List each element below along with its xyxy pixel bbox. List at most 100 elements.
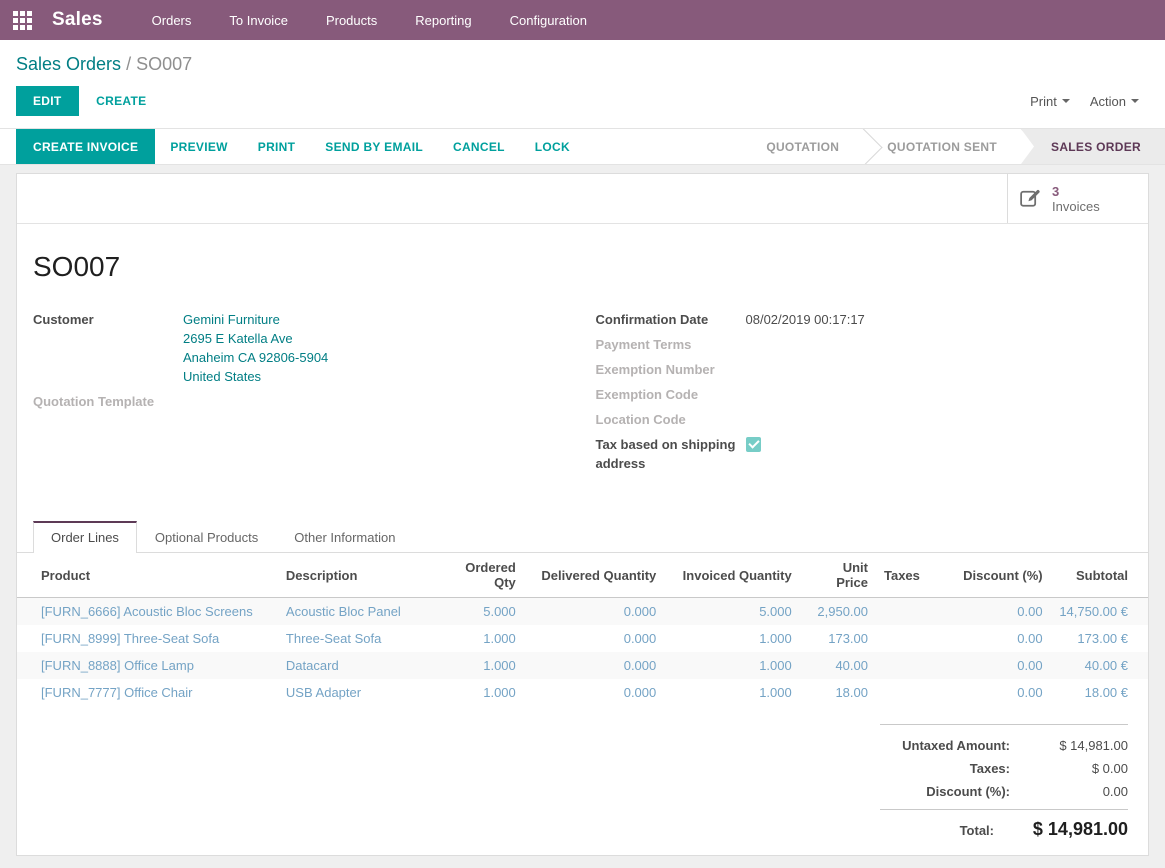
cell-unit_price[interactable]: 173.00 (800, 625, 876, 652)
breadcrumb-parent-link[interactable]: Sales Orders (16, 54, 121, 74)
chevron-down-icon (1062, 99, 1070, 103)
tax-based-on-shipping-address-label: Tax based on shipping address (596, 435, 746, 473)
cell-discount[interactable]: 0.00 (938, 598, 1050, 626)
cell-taxes[interactable] (876, 679, 938, 706)
cell-taxes[interactable] (876, 625, 938, 652)
cell-invoiced_qty[interactable]: 5.000 (664, 598, 799, 626)
apps-grid-icon (13, 11, 32, 30)
column-header-product: Product (17, 553, 278, 598)
cell-subtotal[interactable]: 40.00 € (1051, 652, 1148, 679)
tab-order-lines[interactable]: Order Lines (33, 521, 137, 553)
untaxed-amount-label: Untaxed Amount: (880, 738, 1024, 753)
cell-delivered_qty[interactable]: 0.000 (524, 652, 664, 679)
cell-invoiced_qty[interactable]: 1.000 (664, 652, 799, 679)
field-row-exemption-code: Exemption Code (596, 385, 1133, 404)
lock-button[interactable]: LOCK (520, 129, 585, 164)
total-row-total: Total:$ 14,981.00 (880, 809, 1128, 844)
nav-item-reporting[interactable]: Reporting (396, 0, 490, 40)
cell-description[interactable]: Datacard (278, 652, 434, 679)
tab-optional-products[interactable]: Optional Products (137, 521, 276, 553)
nav-item-to-invoice[interactable]: To Invoice (210, 0, 307, 40)
send-by-email-button[interactable]: SEND BY EMAIL (310, 129, 438, 164)
cell-subtotal[interactable]: 173.00 € (1051, 625, 1148, 652)
nav-item-configuration[interactable]: Configuration (491, 0, 606, 40)
cell-discount[interactable]: 0.00 (938, 625, 1050, 652)
cell-description[interactable]: USB Adapter (278, 679, 434, 706)
app-name[interactable]: Sales (44, 9, 133, 31)
statusbar: CREATE INVOICEPREVIEWPRINTSEND BY EMAILC… (0, 128, 1165, 165)
statusbar-buttons: CREATE INVOICEPREVIEWPRINTSEND BY EMAILC… (0, 129, 585, 164)
action-dropdown-button[interactable]: Action (1080, 88, 1149, 115)
control-panel: Sales Orders / SO007 EDIT CREATE Print A… (0, 40, 1165, 128)
cell-invoiced_qty[interactable]: 1.000 (664, 625, 799, 652)
customer-address-line[interactable]: Anaheim CA 92806-5904 (183, 348, 328, 367)
column-header-delivered-quantity: Delivered Quantity (524, 553, 664, 598)
cell-unit_price[interactable]: 18.00 (800, 679, 876, 706)
record-title: SO007 (33, 251, 1132, 283)
field-row-confirmation-date: Confirmation Date08/02/2019 00:17:17 (596, 310, 1133, 329)
column-header-taxes: Taxes (876, 553, 938, 598)
state-quotation-sent[interactable]: QUOTATION SENT (863, 129, 1021, 164)
cell-description[interactable]: Acoustic Bloc Panel (278, 598, 434, 626)
action-buttons-row: EDIT CREATE Print Action (0, 84, 1165, 128)
cell-delivered_qty[interactable]: 0.000 (524, 625, 664, 652)
cell-ordered_qty[interactable]: 1.000 (433, 625, 523, 652)
breadcrumb-current: SO007 (136, 54, 192, 74)
nav-item-products[interactable]: Products (307, 0, 396, 40)
cell-description[interactable]: Three-Seat Sofa (278, 625, 434, 652)
cell-invoiced_qty[interactable]: 1.000 (664, 679, 799, 706)
apps-menu-button[interactable] (0, 11, 44, 30)
cell-discount[interactable]: 0.00 (938, 652, 1050, 679)
cell-unit_price[interactable]: 40.00 (800, 652, 876, 679)
table-row[interactable]: [FURN_7777] Office ChairUSB Adapter1.000… (17, 679, 1148, 706)
preview-button[interactable]: PREVIEW (155, 129, 242, 164)
cell-delivered_qty[interactable]: 0.000 (524, 679, 664, 706)
cell-product[interactable]: [FURN_7777] Office Chair (17, 679, 278, 706)
table-row[interactable]: [FURN_8999] Three-Seat SofaThree-Seat So… (17, 625, 1148, 652)
column-header-description: Description (278, 553, 434, 598)
nav-item-orders[interactable]: Orders (133, 0, 211, 40)
cell-product[interactable]: [FURN_8888] Office Lamp (17, 652, 278, 679)
table-row[interactable]: [FURN_8888] Office LampDatacard1.0000.00… (17, 652, 1148, 679)
quotation-template-label: Quotation Template (33, 392, 183, 411)
customer-label: Customer (33, 310, 183, 386)
column-header-subtotal: Subtotal (1051, 553, 1148, 598)
cell-product[interactable]: [FURN_6666] Acoustic Bloc Screens (17, 598, 278, 626)
chevron-down-icon (1131, 99, 1139, 103)
print-button[interactable]: PRINT (243, 129, 311, 164)
total-value: $ 14,981.00 (1008, 819, 1128, 840)
edit-button[interactable]: EDIT (16, 86, 79, 116)
cancel-button[interactable]: CANCEL (438, 129, 520, 164)
cell-discount[interactable]: 0.00 (938, 679, 1050, 706)
cell-unit_price[interactable]: 2,950.00 (800, 598, 876, 626)
payment-terms-label: Payment Terms (596, 335, 746, 354)
customer-address-line[interactable]: 2695 E Katella Ave (183, 329, 328, 348)
create-button[interactable]: CREATE (82, 86, 160, 116)
customer-name-link[interactable]: Gemini Furniture (183, 310, 328, 329)
cell-ordered_qty[interactable]: 1.000 (433, 679, 523, 706)
cell-ordered_qty[interactable]: 1.000 (433, 652, 523, 679)
field-row-payment-terms: Payment Terms (596, 335, 1133, 354)
cell-subtotal[interactable]: 14,750.00 € (1051, 598, 1148, 626)
tab-other-information[interactable]: Other Information (276, 521, 413, 553)
tax-based-on-shipping-address-checkbox[interactable] (746, 437, 761, 452)
cell-subtotal[interactable]: 18.00 € (1051, 679, 1148, 706)
invoices-smart-button[interactable]: 3 Invoices (1007, 174, 1148, 223)
field-group-right: Confirmation Date08/02/2019 00:17:17 Paym… (596, 310, 1133, 479)
print-dropdown-button[interactable]: Print (1020, 88, 1080, 115)
cell-ordered_qty[interactable]: 5.000 (433, 598, 523, 626)
state-sales-order[interactable]: SALES ORDER (1021, 129, 1165, 164)
cell-product[interactable]: [FURN_8999] Three-Seat Sofa (17, 625, 278, 652)
taxes-label: Taxes: (880, 761, 1024, 776)
confirmation-date-label: Confirmation Date (596, 310, 746, 329)
cell-taxes[interactable] (876, 652, 938, 679)
column-header-invoiced-quantity: Invoiced Quantity (664, 553, 799, 598)
cell-delivered_qty[interactable]: 0.000 (524, 598, 664, 626)
top-menu: OrdersTo InvoiceProductsReportingConfigu… (133, 0, 606, 40)
state-quotation[interactable]: QUOTATION (742, 129, 863, 164)
column-header-unit-price: Unit Price (800, 553, 876, 598)
customer-address-line[interactable]: United States (183, 367, 328, 386)
create-invoice-button[interactable]: CREATE INVOICE (16, 129, 155, 164)
cell-taxes[interactable] (876, 598, 938, 626)
table-row[interactable]: [FURN_6666] Acoustic Bloc ScreensAcousti… (17, 598, 1148, 626)
